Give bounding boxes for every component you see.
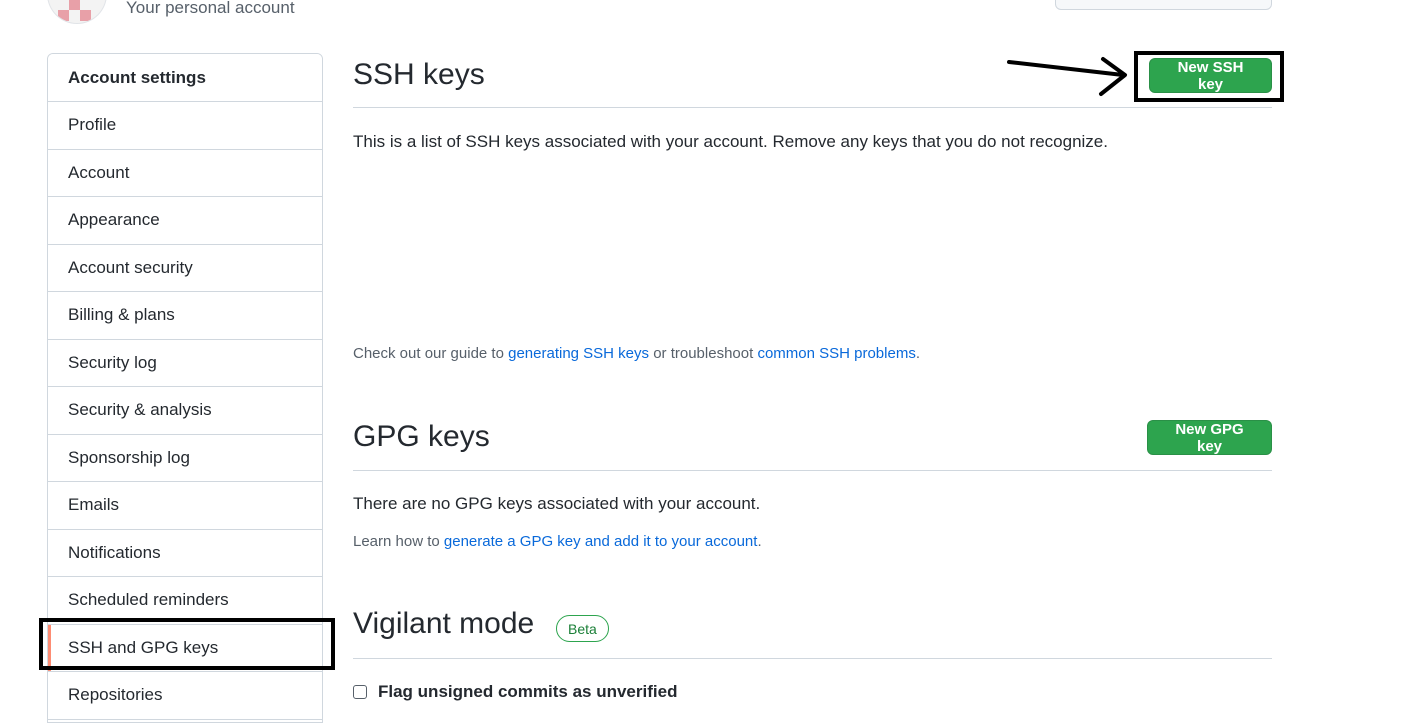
flag-unsigned-commits-checkbox[interactable] <box>353 685 367 699</box>
ssh-guide-prefix: Check out our guide to <box>353 345 509 362</box>
sidebar-item-sponsorship-log[interactable]: Sponsorship log <box>48 435 322 482</box>
go-to-profile-button[interactable] <box>1055 0 1272 10</box>
sidebar-header: Account settings <box>48 54 322 102</box>
vigilant-mode-title: Vigilant mode <box>353 607 535 640</box>
ssh-guide-middle: or troubleshoot <box>649 345 758 362</box>
generating-ssh-keys-link[interactable]: generating SSH keys <box>508 345 649 362</box>
generate-gpg-key-link[interactable]: generate a GPG key and add it to your ac… <box>444 533 758 550</box>
sidebar-item-security-log[interactable]: Security log <box>48 340 322 387</box>
avatar[interactable] <box>47 0 107 24</box>
annotation-arrow-icon <box>1007 57 1127 96</box>
sidebar-item-notifications[interactable]: Notifications <box>48 530 322 577</box>
annotation-highlight-box <box>1134 51 1284 102</box>
account-subtitle: Your personal account <box>126 0 295 17</box>
vigilant-divider <box>353 658 1272 659</box>
sidebar-item-appearance[interactable]: Appearance <box>48 197 322 245</box>
ssh-keys-title: SSH keys <box>353 58 485 91</box>
ssh-guide-text: Check out our guide to generating SSH ke… <box>353 345 920 362</box>
gpg-learn-suffix: . <box>757 533 762 550</box>
flag-unsigned-commits-label: Flag unsigned commits as unverified <box>378 682 678 701</box>
sidebar-item-account[interactable]: Account <box>48 150 322 197</box>
ssh-divider <box>353 107 1272 108</box>
sidebar-item-profile[interactable]: Profile <box>48 102 322 150</box>
flag-unsigned-commits-option[interactable]: Flag unsigned commits as unverified <box>353 682 677 702</box>
sidebar-item-emails[interactable]: Emails <box>48 482 322 530</box>
gpg-learn-prefix: Learn how to <box>353 533 444 550</box>
beta-badge: Beta <box>556 615 609 642</box>
ssh-guide-suffix: . <box>915 345 920 362</box>
sidebar-item-repositories[interactable]: Repositories <box>48 672 322 720</box>
ssh-description: This is a list of SSH keys associated wi… <box>353 132 1108 151</box>
sidebar-item-billing[interactable]: Billing & plans <box>48 292 322 340</box>
sidebar-item-account-security[interactable]: Account security <box>48 245 322 292</box>
annotation-highlight-box <box>39 618 335 670</box>
gpg-empty-text: There are no GPG keys associated with yo… <box>353 494 761 513</box>
common-ssh-problems-link[interactable]: common SSH problems <box>757 345 915 362</box>
sidebar-item-security-analysis[interactable]: Security & analysis <box>48 387 322 435</box>
gpg-learn-text: Learn how to generate a GPG key and add … <box>353 533 762 550</box>
gpg-keys-title: GPG keys <box>353 420 490 453</box>
new-gpg-key-button[interactable]: New GPG key <box>1147 420 1272 455</box>
gpg-divider <box>353 470 1272 471</box>
